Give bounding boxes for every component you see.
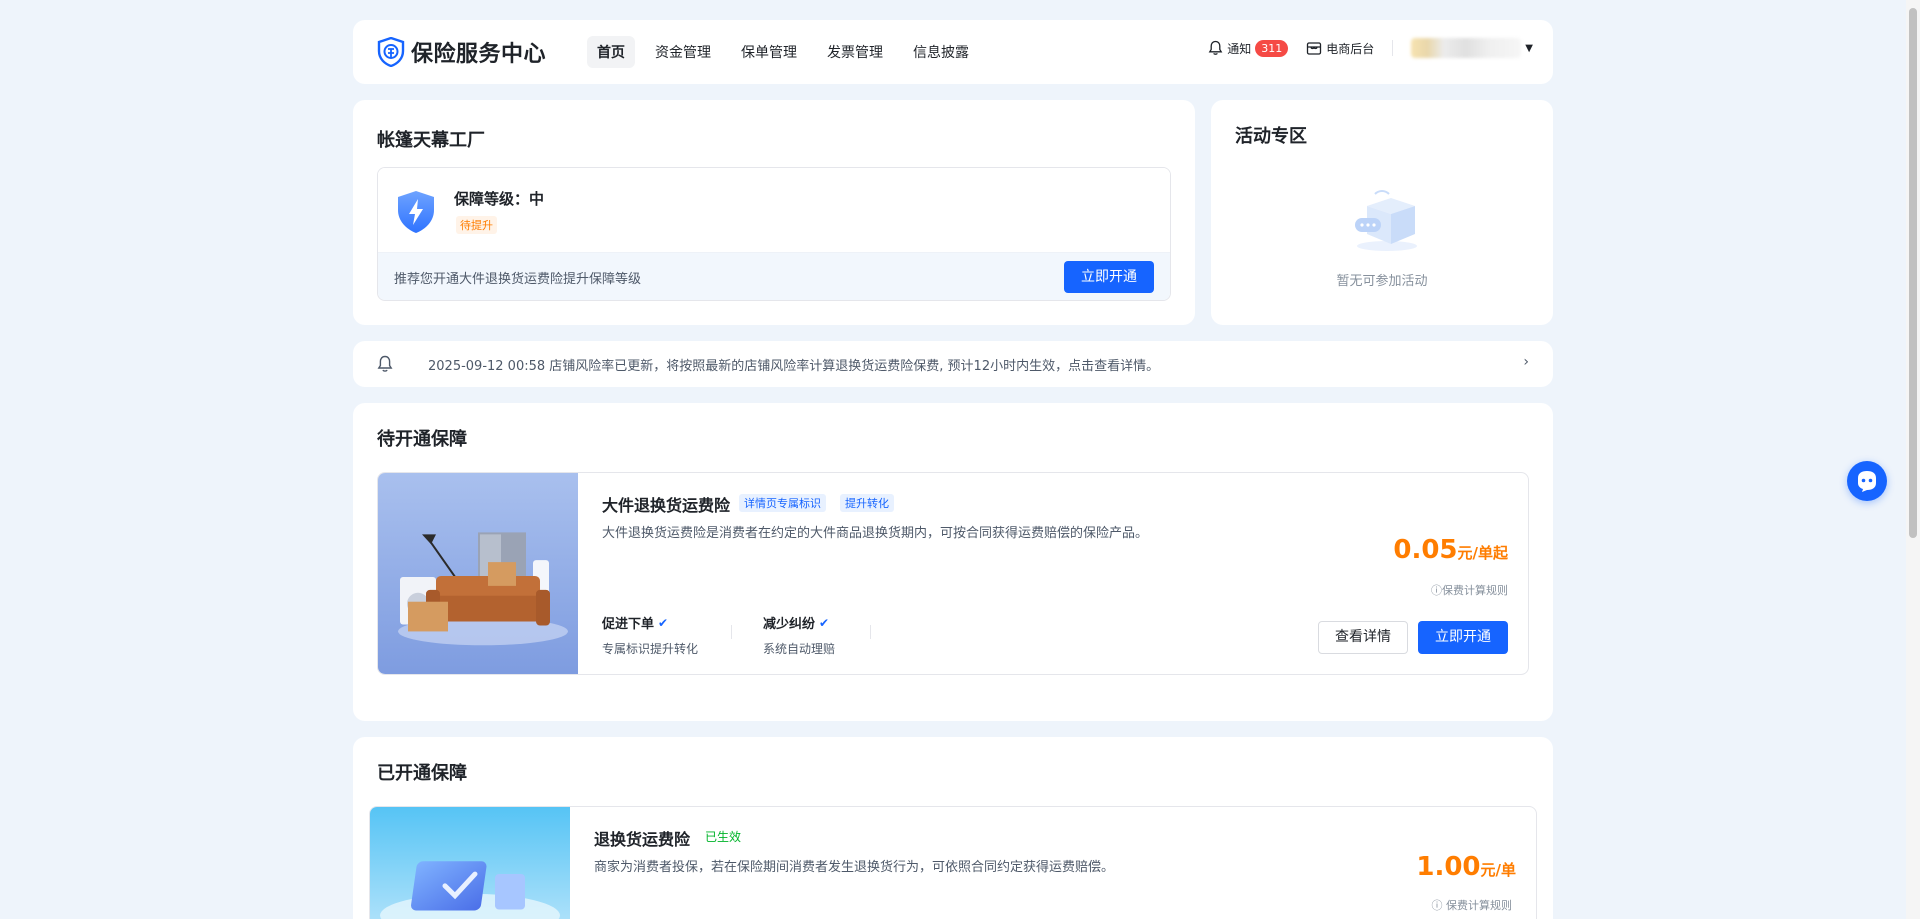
level-status-tag: 待提升 [456, 216, 497, 234]
notification-label: 通知 [1227, 41, 1252, 56]
premium-rule-text: 保费计算规则 [1446, 899, 1512, 912]
divider [731, 625, 732, 639]
product-name: 大件退换货运费险 [602, 496, 731, 515]
nav-disclosure[interactable]: 信息披露 [903, 36, 979, 68]
info-icon: ⓘ [1431, 584, 1442, 597]
price-display: 1.00元/单 [1416, 852, 1516, 882]
divider [870, 625, 871, 639]
header-tools: 通知 311 电商后台 ▼ [1208, 38, 1533, 58]
info-icon: ⓘ [1431, 899, 1446, 912]
status-badge: 已生效 [705, 830, 742, 844]
premium-rule-link[interactable]: ⓘ保费计算规则 [1431, 582, 1508, 598]
assistant-float-button[interactable] [1847, 461, 1887, 501]
return-freight-insurance-card: 退换货运费险 已生效 商家为消费者投保，若在保险期间消费者发生退换货行为，可依照… [369, 806, 1537, 919]
shield-logo-icon [377, 37, 405, 67]
tag-conversion: 提升转化 [840, 494, 894, 512]
feature-subtitle: 系统自动理赔 [763, 642, 836, 656]
ecommerce-backend-link[interactable]: 电商后台 [1306, 40, 1374, 57]
protection-level-label: 保障等级：中 [454, 190, 545, 208]
product-description: 大件退换货运费险是消费者在约定的大件商品退换货期内，可按合同获得运费赔偿的保险产… [602, 526, 1149, 541]
upgrade-tip-text: 推荐您开通大件退换货运费险提升保障等级 [394, 272, 642, 287]
premium-rule-text: 保费计算规则 [1442, 584, 1508, 597]
divider [1392, 40, 1394, 56]
ecommerce-backend-label: 电商后台 [1326, 41, 1375, 56]
price-value: 1.00 [1416, 852, 1481, 882]
check-icon: ✔ [819, 615, 830, 630]
risk-notice-bar[interactable]: 2025-09-12 00:58 店铺风险率已更新，将按照最新的店铺风险率计算退… [353, 341, 1553, 387]
shop-protection-card: 帐篷天幕工厂 保障等级：中 待提升 推荐您开通大件退换货运费险提升保障等级 立即… [353, 100, 1195, 325]
caret-down-icon: ▼ [1525, 42, 1533, 54]
tag-detail-badge: 详情页专属标识 [739, 494, 826, 512]
large-item-freight-insurance-card: 大件退换货运费险 详情页专属标识 提升转化 大件退换货运费险是消费者在约定的大件… [377, 472, 1529, 675]
main-nav: 首页 资金管理 保单管理 发票管理 信息披露 [587, 36, 979, 68]
notice-text: 2025-09-12 00:58 店铺风险率已更新，将按照最新的店铺风险率计算退… [428, 359, 1160, 374]
nav-invoice[interactable]: 发票管理 [817, 36, 893, 68]
feature-title: 促进下单 [602, 617, 655, 632]
feature-promote-orders: 促进下单 ✔ 专属标识提升转化 [602, 613, 698, 657]
logo[interactable]: 保险服务中心 [377, 36, 546, 68]
open-now-button[interactable]: 立即开通 [1064, 261, 1154, 293]
nav-policy[interactable]: 保单管理 [731, 36, 807, 68]
activity-empty-text: 暂无可参加活动 [1336, 274, 1428, 289]
delivery-truck-image [370, 807, 570, 919]
active-protection-section: 已开通保障 退换货运费险 已生效 商家为消费者投保，若在保险期间消费者发生退换货… [353, 737, 1553, 919]
feature-subtitle: 专属标识提升转化 [602, 642, 699, 656]
furniture-product-image [378, 473, 578, 674]
empty-box-icon [1355, 190, 1417, 251]
bell-icon [377, 355, 393, 372]
upgrade-tip-bar: 推荐您开通大件退换货运费险提升保障等级 立即开通 [378, 252, 1170, 300]
pending-title: 待开通保障 [377, 429, 467, 450]
price-value: 0.05 [1393, 535, 1458, 565]
lightning-shield-icon [398, 191, 434, 233]
product-description: 商家为消费者投保，若在保险期间消费者发生退换货行为，可依照合同约定获得运费赔偿。 [594, 860, 1115, 875]
nav-home[interactable]: 首页 [587, 36, 635, 68]
robot-icon [1858, 471, 1876, 492]
protection-level-box: 保障等级：中 待提升 推荐您开通大件退换货运费险提升保障等级 立即开通 [377, 167, 1171, 301]
notification-count-badge: 311 [1255, 39, 1289, 57]
feature-reduce-disputes: 减少纠纷 ✔ 系统自动理赔 [763, 613, 835, 657]
account-avatar-blurred [1411, 38, 1522, 58]
scrollbar-thumb[interactable] [1909, 8, 1917, 538]
pending-protection-section: 待开通保障 大件退换货运费险 详情页专属标识 提升转化 大件退换货运费险是消费者… [353, 403, 1553, 721]
price-unit: 元/单 [1480, 861, 1516, 879]
vertical-scrollbar[interactable] [1906, 0, 1920, 919]
notification-button[interactable]: 通知 311 [1208, 39, 1289, 57]
chevron-right-icon[interactable]: › [1523, 354, 1529, 370]
bell-icon [1208, 40, 1223, 55]
nav-funds[interactable]: 资金管理 [645, 36, 721, 68]
store-icon [1307, 41, 1322, 55]
active-title: 已开通保障 [377, 763, 467, 784]
activity-title: 活动专区 [1235, 126, 1307, 147]
open-now-button[interactable]: 立即开通 [1418, 621, 1508, 654]
view-details-button[interactable]: 查看详情 [1318, 621, 1408, 654]
top-navigation-bar: 保险服务中心 首页 资金管理 保单管理 发票管理 信息披露 通知 311 电商后… [353, 20, 1553, 84]
account-menu[interactable]: ▼ [1411, 38, 1533, 58]
activity-zone-card: 活动专区 暂无可参加活动 [1211, 100, 1553, 325]
product-name: 退换货运费险 [594, 830, 691, 849]
shop-name: 帐篷天幕工厂 [377, 130, 485, 151]
price-unit: 元/单起 [1457, 544, 1508, 562]
logo-text: 保险服务中心 [411, 42, 547, 67]
premium-rule-link[interactable]: ⓘ 保费计算规则 [1432, 897, 1513, 913]
protection-level-header: 保障等级：中 待提升 [378, 168, 1170, 252]
feature-title: 减少纠纷 [763, 617, 816, 632]
price-display: 0.05元/单起 [1393, 535, 1508, 565]
check-icon: ✔ [658, 615, 669, 630]
